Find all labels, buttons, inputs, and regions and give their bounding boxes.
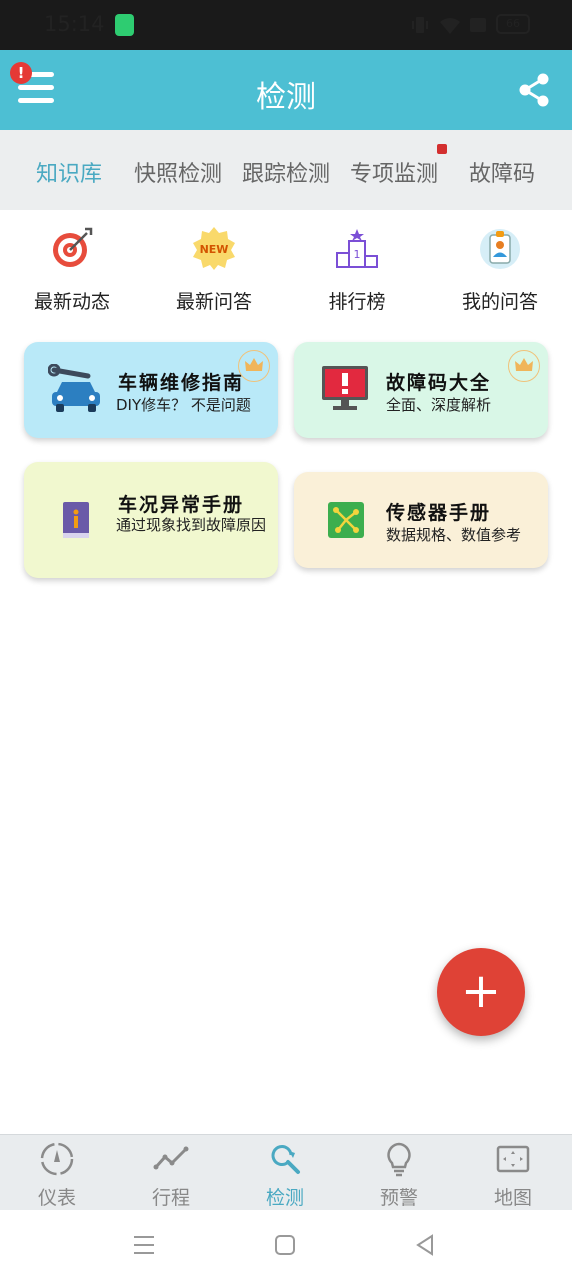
nav-map[interactable]: 地图	[456, 1135, 570, 1211]
nav-label: 检测	[265, 1187, 304, 1209]
podium-icon: 1	[336, 229, 378, 268]
category-tabs: 知识库 快照检测 跟踪检测 专项监测 故障码	[0, 130, 572, 210]
card-sensor-handbook[interactable]: 传感器手册 数据规格、数值参考	[294, 472, 548, 568]
quick-label: 我的问答	[461, 291, 538, 313]
card-subtitle: DIY修车？ 不是问题	[116, 396, 251, 414]
share-icon[interactable]	[516, 72, 552, 108]
status-bar: 15:14 66	[0, 0, 572, 50]
back-icon[interactable]	[414, 1234, 436, 1256]
target-icon	[53, 227, 93, 267]
new-badge-icon: NEW	[193, 227, 235, 270]
alert-badge: !	[10, 62, 32, 84]
id-card-icon	[480, 229, 520, 269]
bottom-nav: 仪表 行程 检测 预警 地图	[0, 1134, 572, 1211]
quick-my-qa[interactable]: 我的问答	[440, 225, 560, 314]
tab-fault-code[interactable]: 故障码	[469, 156, 535, 188]
notification-app-icon	[115, 14, 134, 36]
quick-label: 排行榜	[328, 291, 386, 313]
nav-dashboard[interactable]: 仪表	[0, 1135, 114, 1211]
lightbulb-icon	[387, 1142, 411, 1177]
quick-label: 最新问答	[175, 291, 252, 313]
sim-icon	[470, 18, 486, 32]
nav-detect[interactable]: 检测	[228, 1135, 342, 1211]
card-subtitle: 全面、深度解析	[386, 396, 492, 414]
home-icon[interactable]	[274, 1234, 296, 1256]
quick-latest-news[interactable]: 最新动态	[12, 225, 132, 314]
monitor-alert-icon	[322, 366, 368, 410]
nav-label: 行程	[151, 1187, 190, 1209]
card-fault-codes[interactable]: 故障码大全 全面、深度解析	[294, 342, 548, 438]
tab-snapshot-detect[interactable]: 快照检测	[134, 156, 222, 188]
nav-label: 仪表	[37, 1187, 76, 1209]
tab-tracking-detect[interactable]: 跟踪检测	[242, 156, 330, 188]
vibrate-icon	[412, 17, 428, 33]
battery-indicator: 66	[496, 14, 530, 34]
card-subtitle: 通过现象找到故障原因	[116, 516, 267, 534]
status-time: 15:14	[44, 12, 105, 36]
info-book-icon	[63, 502, 89, 538]
map-frame-icon	[496, 1145, 530, 1173]
tab-special-monitor[interactable]: 专项监测	[350, 156, 438, 188]
svg-text:NEW: NEW	[200, 243, 229, 256]
wifi-icon	[440, 18, 460, 34]
card-repair-guide[interactable]: 车辆维修指南 DIY修车？ 不是问题	[24, 342, 278, 438]
nav-trips[interactable]: 行程	[114, 1135, 228, 1211]
card-title: 车况异常手册	[118, 494, 245, 516]
quick-label: 最新动态	[33, 291, 110, 313]
nav-label: 地图	[493, 1187, 532, 1209]
crown-icon	[238, 350, 270, 382]
quick-leaderboard[interactable]: 1 排行榜	[297, 225, 417, 314]
card-abnormal-handbook[interactable]: 车况异常手册 通过现象找到故障原因	[24, 462, 278, 578]
new-indicator-dot	[437, 144, 447, 154]
recent-apps-icon[interactable]	[132, 1234, 156, 1256]
trend-icon	[153, 1146, 189, 1170]
page-title: 检测	[256, 80, 316, 115]
add-button[interactable]: +	[437, 948, 525, 1036]
quick-latest-qa[interactable]: NEW 最新问答	[154, 225, 274, 314]
card-title: 传感器手册	[386, 502, 492, 524]
app-bar: 检测	[0, 50, 572, 130]
svg-text:1: 1	[354, 248, 361, 261]
tab-knowledge-base[interactable]: 知识库	[36, 156, 102, 188]
card-title: 车辆维修指南	[118, 372, 245, 394]
card-subtitle: 数据规格、数值参考	[386, 526, 522, 544]
card-title: 故障码大全	[386, 372, 492, 394]
nav-label: 预警	[379, 1187, 418, 1209]
car-wrench-icon	[48, 364, 100, 412]
crown-icon	[508, 350, 540, 382]
nav-warning[interactable]: 预警	[342, 1135, 456, 1211]
system-nav-bar	[0, 1210, 572, 1280]
gauge-icon	[40, 1142, 74, 1176]
circuit-icon	[328, 502, 364, 538]
search-refresh-icon	[271, 1145, 300, 1174]
